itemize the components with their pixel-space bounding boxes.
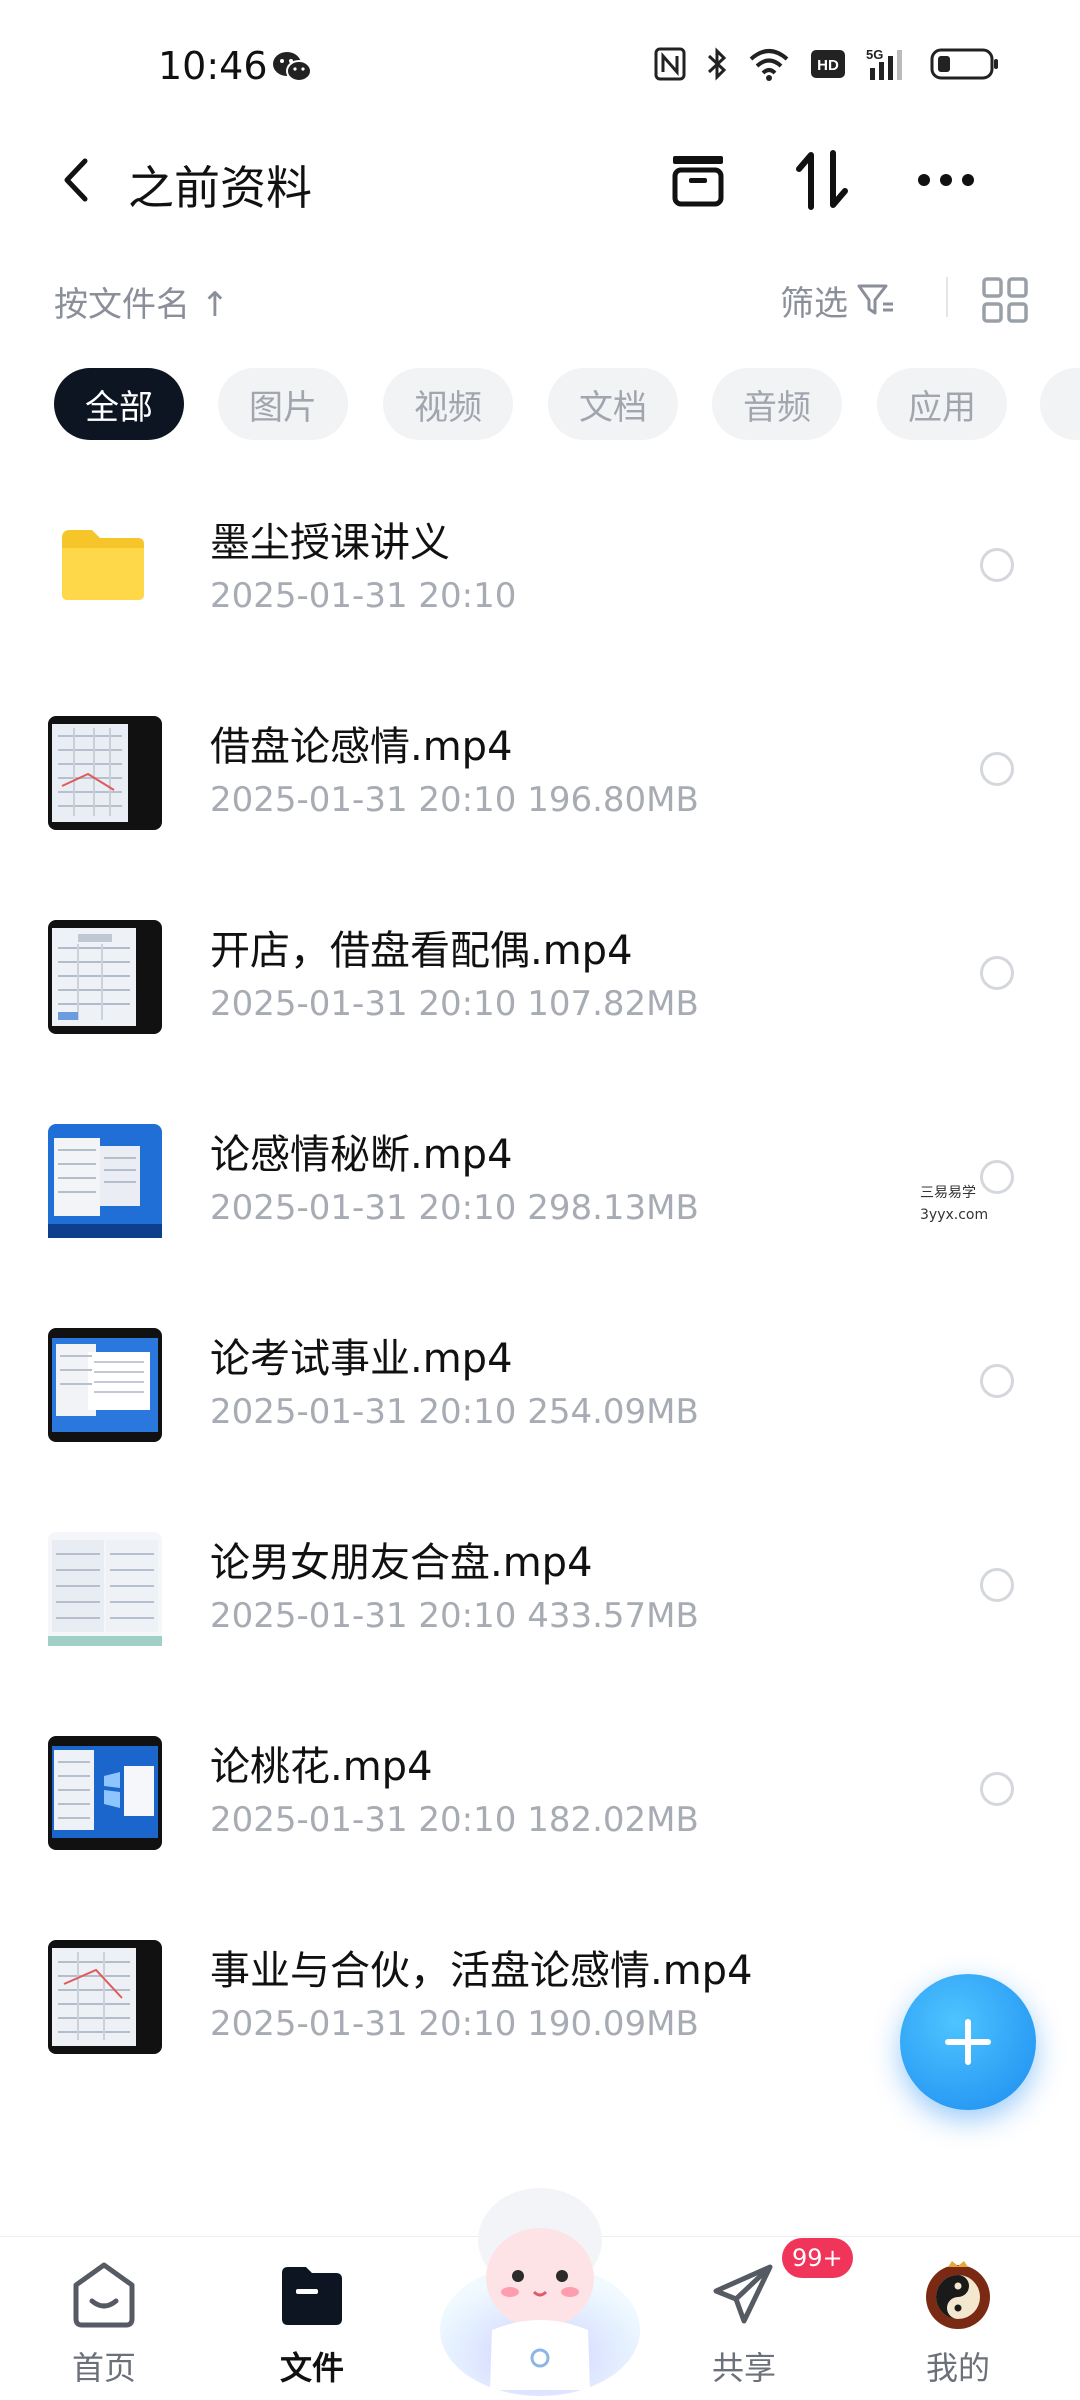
folder-icon <box>282 2267 342 2325</box>
list-item[interactable]: 开店，借盘看配偶.mp4 2025-01-31 20:10 107.82MB <box>0 870 1080 1074</box>
send-icon <box>713 2264 773 2324</box>
list-item[interactable]: 借盘论感情.mp4 2025-01-31 20:10 196.80MB <box>0 666 1080 870</box>
add-button[interactable] <box>900 1974 1036 2110</box>
video-thumbnail <box>48 1736 162 1850</box>
category-tabs: 全部 图片 视频 文档 音频 应用 <box>0 368 1080 442</box>
folder-icon <box>62 530 144 600</box>
tab-images[interactable]: 图片 <box>218 368 348 440</box>
video-thumbnail <box>48 1124 162 1238</box>
tab-all[interactable]: 全部 <box>54 368 184 440</box>
grid-view-icon[interactable] <box>980 275 1030 325</box>
chevron-left-icon <box>64 158 88 202</box>
video-thumbnail <box>48 716 162 830</box>
list-item[interactable]: 墨尘授课讲义 2025-01-31 20:10 <box>0 462 1080 666</box>
tab-audio[interactable]: 音频 <box>712 368 842 440</box>
select-radio[interactable] <box>980 548 1014 582</box>
header: 之前资料 <box>0 130 1080 230</box>
filter-button[interactable]: 筛选 <box>780 273 896 327</box>
status-bar: 10:46 HD 5G <box>0 0 1080 130</box>
video-thumbnail <box>48 1328 162 1442</box>
status-icons: HD 5G <box>654 46 1000 82</box>
list-item[interactable]: 论考试事业.mp4 2025-01-31 20:10 254.09MB <box>0 1278 1080 1482</box>
video-thumbnail <box>48 1532 162 1646</box>
filter-funnel-icon <box>857 284 893 315</box>
wifi-icon <box>749 49 789 81</box>
file-name: 论感情秘断.mp4 <box>210 1132 513 1178</box>
file-name: 论桃花.mp4 <box>210 1744 433 1790</box>
page-title: 之前资料 <box>128 161 312 215</box>
avatar-icon <box>926 2261 990 2329</box>
file-name: 墨尘授课讲义 <box>210 520 450 566</box>
plus-icon <box>945 2019 991 2065</box>
svg-text:5G: 5G <box>866 47 883 62</box>
sort-by-name-button[interactable]: 按文件名 ↑ <box>54 277 229 326</box>
list-item[interactable]: 论感情秘断.mp4 2025-01-31 20:10 298.13MB <box>0 1074 1080 1278</box>
nav-label: 文件 <box>279 2349 344 2387</box>
select-radio[interactable] <box>980 1364 1014 1398</box>
back-button[interactable] <box>48 150 104 210</box>
nfc-icon <box>654 47 686 81</box>
nav-label: 共享 <box>711 2349 776 2387</box>
tab-videos[interactable]: 视频 <box>383 368 513 440</box>
more-dots-icon <box>918 174 974 186</box>
bluetooth-icon <box>707 47 727 81</box>
nav-label: 首页 <box>71 2349 136 2387</box>
status-time: 10:46 <box>158 44 268 88</box>
share-badge: 99+ <box>782 2238 853 2278</box>
file-name: 论考试事业.mp4 <box>210 1336 513 1382</box>
battery-icon <box>930 48 998 80</box>
file-meta: 2025-01-31 20:10 107.82MB <box>210 984 699 1024</box>
select-radio[interactable] <box>980 956 1014 990</box>
watermark-line: 3yyx.com <box>920 1207 989 1223</box>
select-radio[interactable] <box>980 1772 1014 1806</box>
video-thumbnail <box>48 920 162 1034</box>
divider <box>946 277 948 317</box>
nav-profile[interactable]: 我的 <box>878 2257 1038 2387</box>
file-meta: 2025-01-31 20:10 <box>210 576 517 616</box>
file-meta: 2025-01-31 20:10 433.57MB <box>210 1596 699 1636</box>
nav-files[interactable]: 文件 <box>232 2257 392 2387</box>
list-item[interactable]: 论男女朋友合盘.mp4 2025-01-31 20:10 433.57MB <box>0 1482 1080 1686</box>
watermark-line: 三易易学 <box>920 1185 976 1201</box>
video-thumbnail <box>48 1940 162 2054</box>
file-meta: 2025-01-31 20:10 298.13MB <box>210 1188 699 1228</box>
nav-home[interactable]: 首页 <box>24 2257 184 2387</box>
tab-more-partial[interactable] <box>1040 368 1080 440</box>
select-radio[interactable] <box>980 1568 1014 1602</box>
more-button[interactable] <box>910 144 982 216</box>
filter-label: 筛选 <box>780 283 848 324</box>
select-radio[interactable] <box>980 752 1014 786</box>
assistant-mascot-icon[interactable] <box>430 2170 650 2400</box>
hd-icon: HD <box>811 50 845 78</box>
signal-5g-icon: 5G <box>866 47 902 80</box>
sort-bar: 按文件名 ↑ 筛选 <box>0 265 1080 335</box>
file-name: 借盘论感情.mp4 <box>210 724 513 770</box>
nav-label: 我的 <box>925 2349 990 2387</box>
wechat-icon <box>273 52 312 82</box>
home-icon <box>73 2262 135 2328</box>
file-meta: 2025-01-31 20:10 190.09MB <box>210 2004 699 2044</box>
file-meta: 2025-01-31 20:10 182.02MB <box>210 1800 699 1840</box>
list-item[interactable]: 论桃花.mp4 2025-01-31 20:10 182.02MB <box>0 1686 1080 1890</box>
watermark: 三易易学 3yyx.com <box>920 1182 988 1226</box>
file-meta: 2025-01-31 20:10 254.09MB <box>210 1392 699 1432</box>
tab-documents[interactable]: 文档 <box>548 368 678 440</box>
sort-button[interactable] <box>786 144 858 216</box>
sort-arrows-icon <box>796 150 848 210</box>
file-name: 论男女朋友合盘.mp4 <box>210 1540 593 1586</box>
archive-icon <box>672 156 724 207</box>
tab-apps[interactable]: 应用 <box>877 368 1007 440</box>
file-meta: 2025-01-31 20:10 196.80MB <box>210 780 699 820</box>
archive-button[interactable] <box>662 144 734 216</box>
svg-text:HD: HD <box>817 57 839 74</box>
file-name: 事业与合伙，活盘论感情.mp4 <box>210 1948 753 1994</box>
file-name: 开店，借盘看配偶.mp4 <box>210 928 633 974</box>
